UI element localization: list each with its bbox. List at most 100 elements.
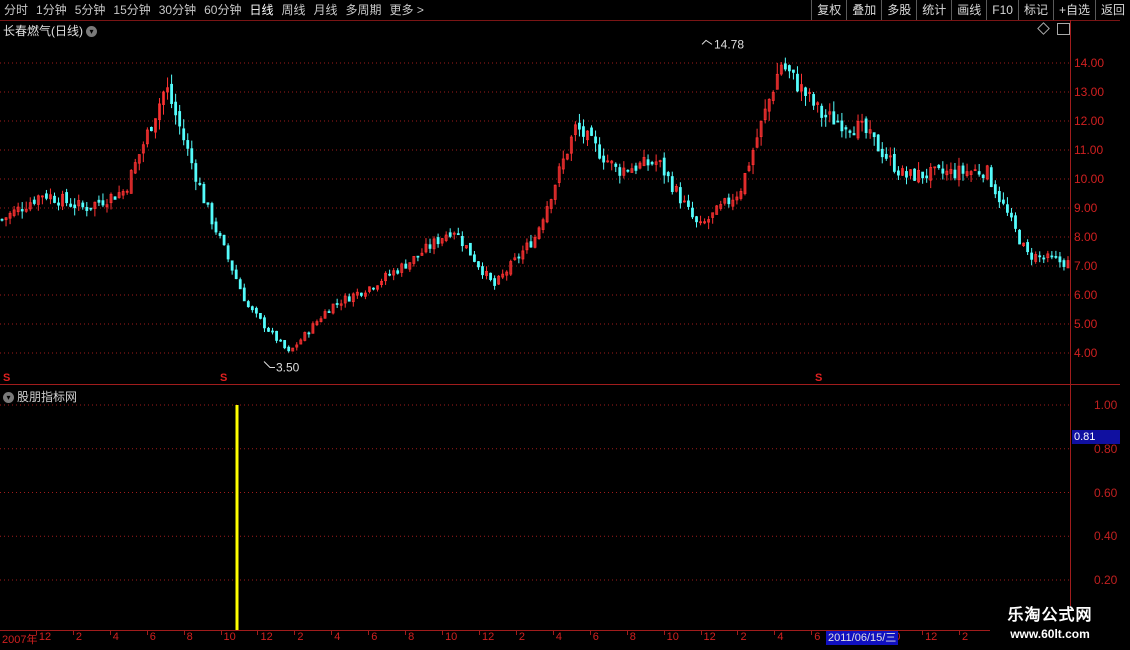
candle-body: [949, 168, 953, 174]
candle-body: [937, 164, 941, 168]
candle-body: [897, 170, 900, 176]
candle-body: [380, 280, 383, 285]
add-watchlist-button[interactable]: +自选: [1052, 0, 1095, 20]
candle-body: [335, 303, 339, 305]
time-tick-mark: [405, 631, 407, 635]
tab-period-monthly[interactable]: 月线: [310, 0, 342, 20]
multi-stock-button[interactable]: 多股: [881, 0, 916, 20]
candle-body: [218, 233, 222, 236]
toolbar-right-buttons: 复权 叠加 多股 统计 画线 F10 标记 +自选 返回: [811, 0, 1130, 20]
candle-body: [424, 243, 428, 253]
time-tick-label: 2: [75, 631, 82, 643]
mark-button[interactable]: 标记: [1017, 0, 1053, 20]
candle-body: [731, 199, 735, 207]
candle-body: [961, 165, 965, 174]
candle-body: [121, 191, 125, 196]
panel-icon[interactable]: [1057, 23, 1070, 35]
back-button[interactable]: 返回: [1094, 0, 1130, 20]
candle-body: [929, 166, 933, 181]
overlay-button[interactable]: 叠加: [846, 0, 881, 20]
time-tick-mark: [109, 631, 111, 635]
candle-body: [57, 202, 60, 206]
candle-body: [440, 238, 444, 244]
candle-body: [137, 154, 141, 164]
candle-body: [666, 172, 670, 177]
panel-divider[interactable]: [0, 384, 1120, 385]
candle-body: [759, 120, 763, 138]
tab-period-1[interactable]: 分时: [0, 0, 32, 20]
time-tick-mark: [146, 631, 148, 635]
candle-body: [182, 128, 186, 141]
candle-body: [432, 238, 436, 250]
candle-body: [109, 193, 113, 204]
candle-body: [691, 207, 694, 218]
candle-body: [884, 153, 888, 159]
candle-body: [295, 344, 299, 348]
candle-body: [238, 279, 242, 290]
tab-period-3[interactable]: 5分钟: [71, 0, 110, 20]
time-tick-label: 10: [223, 631, 236, 643]
candle-body: [578, 122, 581, 130]
candle-body: [763, 108, 767, 121]
restore-rights-button[interactable]: 复权: [811, 0, 846, 20]
statistics-button[interactable]: 统计: [916, 0, 951, 20]
candle-body: [771, 92, 775, 101]
candle-body: [113, 196, 117, 200]
candle-body: [473, 254, 476, 262]
time-tick-mark: [737, 631, 739, 635]
candle-body: [1066, 260, 1070, 269]
candle-body: [638, 162, 642, 169]
candle-body: [529, 241, 533, 248]
candle-body: [941, 168, 945, 174]
candle-body: [824, 114, 828, 118]
tab-period-5[interactable]: 30分钟: [155, 0, 200, 20]
candle-body: [364, 292, 367, 297]
time-tick-mark: [331, 631, 333, 635]
candle-body: [997, 191, 1001, 203]
tab-period-4[interactable]: 15分钟: [109, 0, 154, 20]
candle-body: [557, 166, 561, 183]
chevron-down-icon[interactable]: ▾: [3, 392, 14, 404]
tab-period-6[interactable]: 60分钟: [200, 0, 245, 20]
candle-body: [921, 171, 925, 179]
tab-period-2[interactable]: 1分钟: [32, 0, 71, 20]
candle-body: [598, 144, 602, 159]
candle-body: [129, 170, 133, 194]
low-price-label: 3.50: [276, 361, 300, 375]
candle-body: [719, 204, 723, 209]
candle-body: [376, 285, 379, 290]
candle-body: [1054, 256, 1058, 258]
chevron-down-icon[interactable]: ▾: [86, 26, 97, 38]
diamond-icon[interactable]: [1037, 22, 1050, 35]
kline-chart[interactable]: 14.78 3.50: [0, 0, 1130, 650]
candle-body: [400, 263, 404, 273]
candle-body: [489, 272, 492, 280]
time-tick-label: 4: [112, 631, 119, 643]
candle-body: [1046, 253, 1050, 259]
f10-button[interactable]: F10: [986, 0, 1018, 20]
draw-line-button[interactable]: 画线: [951, 0, 986, 20]
time-tick-mark: [183, 631, 185, 635]
candle-body: [989, 167, 993, 188]
time-tick-mark: [959, 631, 960, 635]
candle-body: [1010, 212, 1013, 218]
tab-period-daily[interactable]: 日线: [245, 0, 277, 20]
tab-multi-period[interactable]: 多周期: [342, 0, 386, 20]
tab-period-weekly[interactable]: 周线: [277, 0, 309, 20]
candle-body: [804, 87, 807, 96]
candle-body: [909, 169, 912, 176]
time-tick-mark: [811, 631, 813, 635]
candle-body: [1038, 255, 1042, 258]
candle-body: [279, 339, 283, 342]
candle-body: [65, 192, 69, 204]
candle-body: [820, 105, 824, 118]
tab-more[interactable]: 更多 >: [386, 0, 428, 20]
candle-body: [743, 172, 747, 194]
low-marker-arrow: [263, 361, 275, 368]
time-tick-mark: [663, 631, 665, 635]
candle-body: [291, 347, 295, 352]
candle-body: [965, 171, 969, 176]
candle-body: [323, 311, 327, 319]
candle-body: [254, 307, 258, 314]
candle-body: [1018, 229, 1021, 245]
